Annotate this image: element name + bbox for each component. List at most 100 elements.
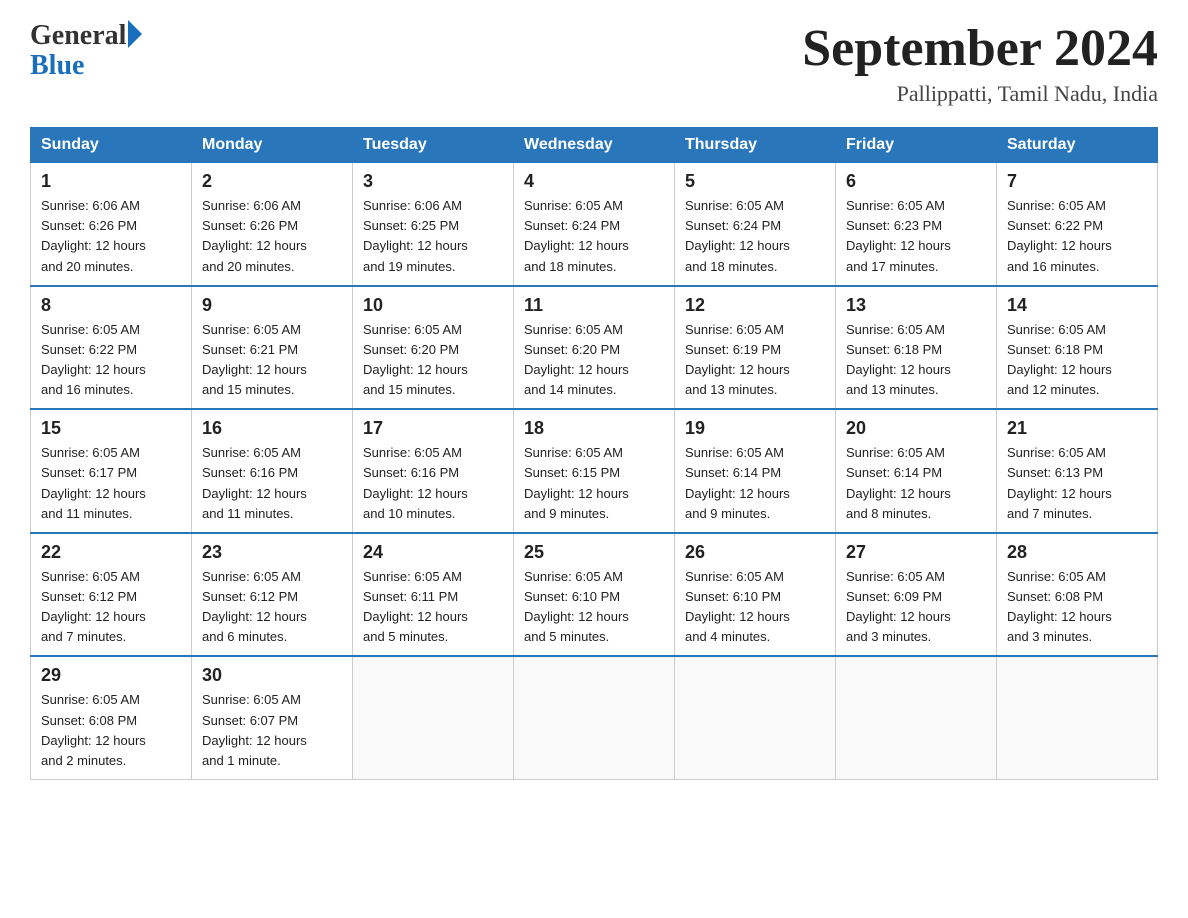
day-number: 15 bbox=[41, 418, 181, 439]
day-info: Sunrise: 6:05 AMSunset: 6:10 PMDaylight:… bbox=[524, 567, 664, 648]
calendar-week-row: 1 Sunrise: 6:06 AMSunset: 6:26 PMDaylight… bbox=[31, 163, 1158, 286]
table-row bbox=[514, 656, 675, 779]
table-row: 20Sunrise: 6:05 AMSunset: 6:14 PMDayligh… bbox=[836, 409, 997, 533]
table-row bbox=[836, 656, 997, 779]
table-row: 14 Sunrise: 6:05 AMSunset: 6:18 PMDayligh… bbox=[997, 286, 1158, 410]
table-row: 9 Sunrise: 6:05 AMSunset: 6:21 PMDaylight… bbox=[192, 286, 353, 410]
day-info: Sunrise: 6:05 AMSunset: 6:13 PMDaylight:… bbox=[1007, 443, 1147, 524]
logo-icon: General Blue bbox=[30, 20, 142, 82]
day-info: Sunrise: 6:05 AMSunset: 6:21 PMDaylight:… bbox=[202, 320, 342, 401]
day-info: Sunrise: 6:05 AMSunset: 6:14 PMDaylight:… bbox=[685, 443, 825, 524]
day-info: Sunrise: 6:05 AMSunset: 6:16 PMDaylight:… bbox=[202, 443, 342, 524]
day-number: 23 bbox=[202, 542, 342, 563]
title-area: September 2024 Pallippatti, Tamil Nadu, … bbox=[802, 20, 1158, 107]
calendar-week-row: 15Sunrise: 6:05 AMSunset: 6:17 PMDayligh… bbox=[31, 409, 1158, 533]
day-info: Sunrise: 6:05 AMSunset: 6:22 PMDaylight:… bbox=[41, 320, 181, 401]
day-info: Sunrise: 6:05 AMSunset: 6:10 PMDaylight:… bbox=[685, 567, 825, 648]
day-number: 24 bbox=[363, 542, 503, 563]
header-wednesday: Wednesday bbox=[514, 128, 675, 163]
table-row: 8Sunrise: 6:05 AMSunset: 6:22 PMDaylight… bbox=[31, 286, 192, 410]
calendar-week-row: 29 Sunrise: 6:05 AMSunset: 6:08 PMDayligh… bbox=[31, 656, 1158, 779]
table-row: 29 Sunrise: 6:05 AMSunset: 6:08 PMDayligh… bbox=[31, 656, 192, 779]
table-row: 26 Sunrise: 6:05 AMSunset: 6:10 PMDayligh… bbox=[675, 533, 836, 657]
day-number: 2 bbox=[202, 171, 342, 192]
table-row: 1 Sunrise: 6:06 AMSunset: 6:26 PMDaylight… bbox=[31, 163, 192, 286]
table-row: 11 Sunrise: 6:05 AMSunset: 6:20 PMDayligh… bbox=[514, 286, 675, 410]
day-number: 7 bbox=[1007, 171, 1147, 192]
location-subtitle: Pallippatti, Tamil Nadu, India bbox=[802, 81, 1158, 107]
table-row: 3Sunrise: 6:06 AMSunset: 6:25 PMDaylight… bbox=[353, 163, 514, 286]
header-monday: Monday bbox=[192, 128, 353, 163]
day-info: Sunrise: 6:05 AMSunset: 6:18 PMDaylight:… bbox=[1007, 320, 1147, 401]
day-info: Sunrise: 6:05 AMSunset: 6:08 PMDaylight:… bbox=[41, 690, 181, 771]
header-tuesday: Tuesday bbox=[353, 128, 514, 163]
day-info: Sunrise: 6:05 AMSunset: 6:16 PMDaylight:… bbox=[363, 443, 503, 524]
day-info: Sunrise: 6:06 AMSunset: 6:26 PMDaylight:… bbox=[41, 196, 181, 277]
day-info: Sunrise: 6:05 AMSunset: 6:24 PMDaylight:… bbox=[685, 196, 825, 277]
header-friday: Friday bbox=[836, 128, 997, 163]
day-number: 21 bbox=[1007, 418, 1147, 439]
calendar-week-row: 8Sunrise: 6:05 AMSunset: 6:22 PMDaylight… bbox=[31, 286, 1158, 410]
table-row: 25 Sunrise: 6:05 AMSunset: 6:10 PMDayligh… bbox=[514, 533, 675, 657]
day-info: Sunrise: 6:05 AMSunset: 6:23 PMDaylight:… bbox=[846, 196, 986, 277]
header-sunday: Sunday bbox=[31, 128, 192, 163]
table-row: 21 Sunrise: 6:05 AMSunset: 6:13 PMDayligh… bbox=[997, 409, 1158, 533]
day-number: 19 bbox=[685, 418, 825, 439]
day-info: Sunrise: 6:05 AMSunset: 6:11 PMDaylight:… bbox=[363, 567, 503, 648]
logo-triangle-icon bbox=[128, 20, 142, 48]
table-row: 10 Sunrise: 6:05 AMSunset: 6:20 PMDayligh… bbox=[353, 286, 514, 410]
day-info: Sunrise: 6:05 AMSunset: 6:15 PMDaylight:… bbox=[524, 443, 664, 524]
day-number: 1 bbox=[41, 171, 181, 192]
weekday-header-row: Sunday Monday Tuesday Wednesday Thursday… bbox=[31, 128, 1158, 163]
table-row: 13Sunrise: 6:05 AMSunset: 6:18 PMDayligh… bbox=[836, 286, 997, 410]
table-row: 19 Sunrise: 6:05 AMSunset: 6:14 PMDayligh… bbox=[675, 409, 836, 533]
day-number: 28 bbox=[1007, 542, 1147, 563]
day-info: Sunrise: 6:05 AMSunset: 6:08 PMDaylight:… bbox=[1007, 567, 1147, 648]
day-info: Sunrise: 6:05 AMSunset: 6:22 PMDaylight:… bbox=[1007, 196, 1147, 277]
table-row: 4Sunrise: 6:05 AMSunset: 6:24 PMDaylight… bbox=[514, 163, 675, 286]
day-info: Sunrise: 6:06 AMSunset: 6:26 PMDaylight:… bbox=[202, 196, 342, 277]
day-number: 3 bbox=[363, 171, 503, 192]
calendar-table: Sunday Monday Tuesday Wednesday Thursday… bbox=[30, 127, 1158, 780]
table-row: 22 Sunrise: 6:05 AMSunset: 6:12 PMDayligh… bbox=[31, 533, 192, 657]
day-number: 17 bbox=[363, 418, 503, 439]
table-row: 15Sunrise: 6:05 AMSunset: 6:17 PMDayligh… bbox=[31, 409, 192, 533]
day-info: Sunrise: 6:05 AMSunset: 6:12 PMDaylight:… bbox=[41, 567, 181, 648]
day-number: 22 bbox=[41, 542, 181, 563]
table-row: 28 Sunrise: 6:05 AMSunset: 6:08 PMDayligh… bbox=[997, 533, 1158, 657]
day-number: 9 bbox=[202, 295, 342, 316]
day-number: 11 bbox=[524, 295, 664, 316]
day-number: 4 bbox=[524, 171, 664, 192]
month-title: September 2024 bbox=[802, 20, 1158, 77]
day-number: 30 bbox=[202, 665, 342, 686]
table-row: 5 Sunrise: 6:05 AMSunset: 6:24 PMDaylight… bbox=[675, 163, 836, 286]
day-info: Sunrise: 6:05 AMSunset: 6:19 PMDaylight:… bbox=[685, 320, 825, 401]
day-number: 16 bbox=[202, 418, 342, 439]
day-number: 18 bbox=[524, 418, 664, 439]
table-row: 12 Sunrise: 6:05 AMSunset: 6:19 PMDayligh… bbox=[675, 286, 836, 410]
header-saturday: Saturday bbox=[997, 128, 1158, 163]
day-number: 10 bbox=[363, 295, 503, 316]
day-number: 12 bbox=[685, 295, 825, 316]
day-number: 26 bbox=[685, 542, 825, 563]
day-info: Sunrise: 6:05 AMSunset: 6:07 PMDaylight:… bbox=[202, 690, 342, 771]
table-row: 27Sunrise: 6:05 AMSunset: 6:09 PMDayligh… bbox=[836, 533, 997, 657]
table-row: 24 Sunrise: 6:05 AMSunset: 6:11 PMDayligh… bbox=[353, 533, 514, 657]
day-number: 14 bbox=[1007, 295, 1147, 316]
day-info: Sunrise: 6:05 AMSunset: 6:12 PMDaylight:… bbox=[202, 567, 342, 648]
table-row: 7 Sunrise: 6:05 AMSunset: 6:22 PMDaylight… bbox=[997, 163, 1158, 286]
day-info: Sunrise: 6:05 AMSunset: 6:20 PMDaylight:… bbox=[524, 320, 664, 401]
day-info: Sunrise: 6:05 AMSunset: 6:18 PMDaylight:… bbox=[846, 320, 986, 401]
day-number: 29 bbox=[41, 665, 181, 686]
calendar-week-row: 22 Sunrise: 6:05 AMSunset: 6:12 PMDayligh… bbox=[31, 533, 1158, 657]
table-row: 18 Sunrise: 6:05 AMSunset: 6:15 PMDayligh… bbox=[514, 409, 675, 533]
day-number: 27 bbox=[846, 542, 986, 563]
day-number: 6 bbox=[846, 171, 986, 192]
day-number: 25 bbox=[524, 542, 664, 563]
day-number: 5 bbox=[685, 171, 825, 192]
table-row: 23 Sunrise: 6:05 AMSunset: 6:12 PMDayligh… bbox=[192, 533, 353, 657]
day-info: Sunrise: 6:05 AMSunset: 6:20 PMDaylight:… bbox=[363, 320, 503, 401]
logo-text-general: General bbox=[30, 20, 126, 52]
header-thursday: Thursday bbox=[675, 128, 836, 163]
logo-text-blue: Blue bbox=[30, 50, 84, 82]
